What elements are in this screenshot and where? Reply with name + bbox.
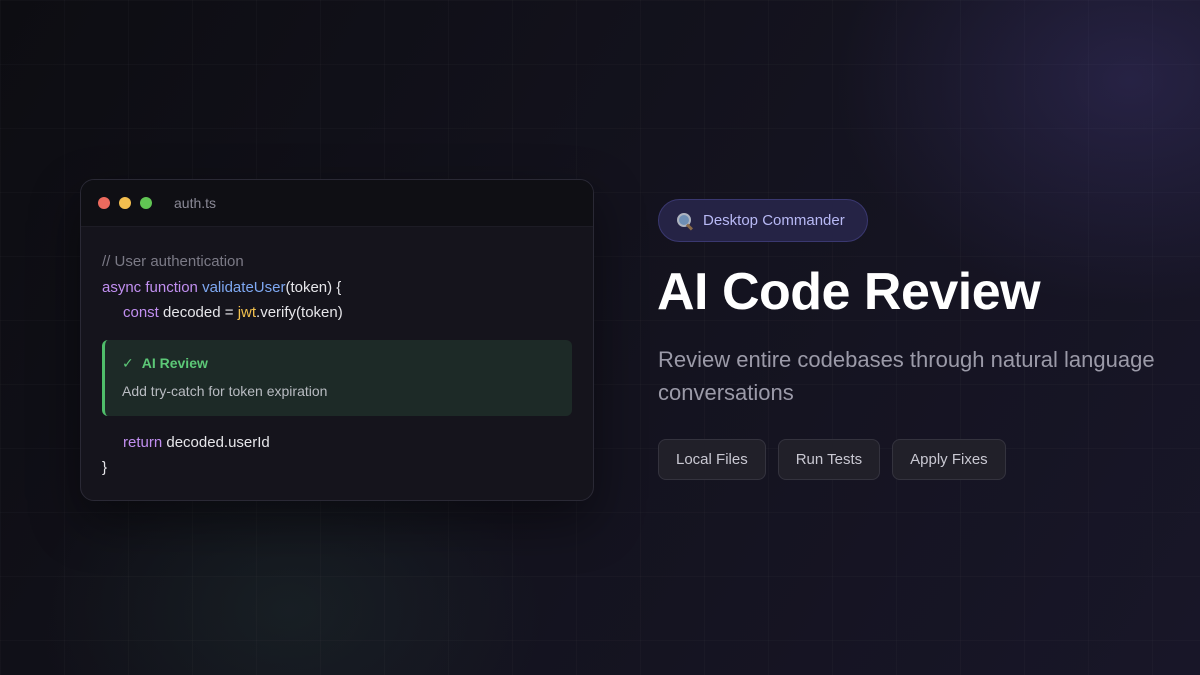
maximize-window-dot[interactable] xyxy=(140,197,152,209)
code-line: const decoded = jwt.verify(token) xyxy=(102,300,572,326)
chip-apply-fixes: Apply Fixes xyxy=(892,439,1006,480)
code-line: return decoded.userId xyxy=(102,430,572,456)
code-comment: // User authentication xyxy=(102,253,244,270)
code-line: async function validateUser(token) { xyxy=(102,275,572,301)
code-line: } xyxy=(102,455,572,481)
code-keyword: const xyxy=(123,304,159,321)
product-badge-label: Desktop Commander xyxy=(703,212,845,229)
code-assignment: decoded = xyxy=(163,304,234,321)
magnifying-glass-icon xyxy=(676,212,694,231)
editor-filename: auth.ts xyxy=(174,195,217,211)
code-editor-window: auth.ts // User authentication async fun… xyxy=(80,179,594,501)
code-function-name: validateUser xyxy=(202,278,286,296)
code-params: (token) { xyxy=(285,278,342,296)
code-keyword: function xyxy=(145,278,198,296)
minimize-window-dot[interactable] xyxy=(119,197,131,209)
chip-run-tests: Run Tests xyxy=(777,439,881,480)
product-badge: Desktop Commander xyxy=(658,199,868,242)
code-keyword: async xyxy=(102,278,142,296)
ai-review-header: ✓ AI Review xyxy=(122,355,572,372)
page-title: AI Code Review xyxy=(657,263,1041,321)
ai-review-title: AI Review xyxy=(141,355,208,371)
code-call: .verify(token) xyxy=(256,304,343,321)
page-subtitle: Review entire codebases through natural … xyxy=(658,347,1155,405)
close-window-dot[interactable] xyxy=(98,197,110,209)
editor-titlebar: auth.ts xyxy=(81,180,593,227)
code-closing-brace: } xyxy=(102,459,108,476)
ai-review-text: Add try-catch for token expiration xyxy=(122,382,328,399)
chip-local-files: Local Files xyxy=(658,439,766,480)
code-object: jwt xyxy=(237,304,257,321)
code-body: // User authentication async function va… xyxy=(81,227,593,481)
check-icon: ✓ xyxy=(122,354,134,371)
feature-chips: Local Files Run Tests Apply Fixes xyxy=(658,439,1006,480)
code-line: // User authentication xyxy=(102,249,572,275)
code-keyword: return xyxy=(123,433,163,451)
ai-review-callout: ✓ AI Review Add try-catch for token expi… xyxy=(102,339,572,416)
code-return-value: decoded.userId xyxy=(166,433,270,451)
